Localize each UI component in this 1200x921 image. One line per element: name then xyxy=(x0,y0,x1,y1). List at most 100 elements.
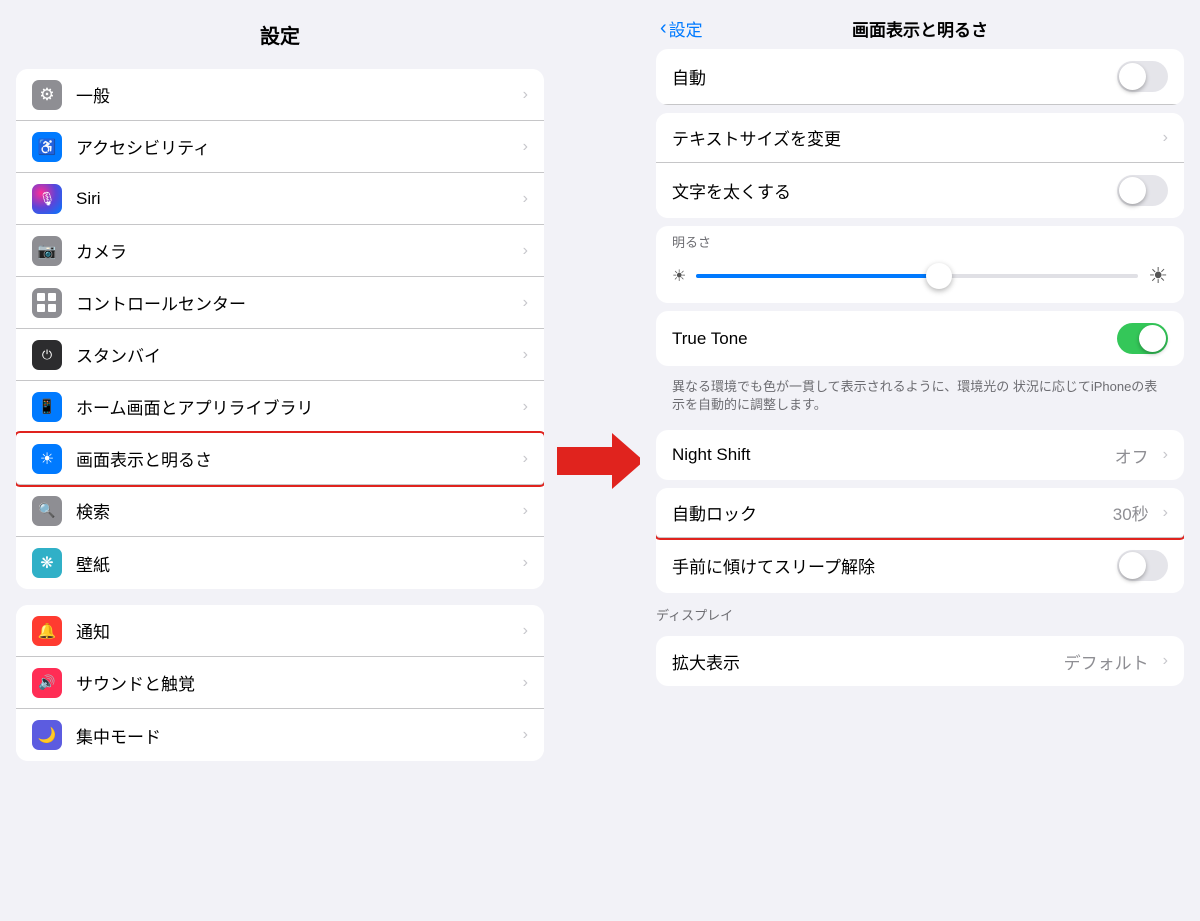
top-partial-auto[interactable]: 自動 xyxy=(656,49,1184,105)
settings-item-standby[interactable]: ⏻ スタンバイ › xyxy=(16,329,544,381)
home-screen-chevron: › xyxy=(523,398,528,416)
auto-toggle[interactable] xyxy=(1117,61,1168,92)
arrow-head xyxy=(612,433,644,489)
brightness-low-icon: ☀ xyxy=(672,266,686,286)
settings-item-camera[interactable]: 📷 カメラ › xyxy=(16,225,544,277)
notifications-icon: 🔔 xyxy=(32,616,62,646)
brightness-high-icon: ☀ xyxy=(1148,263,1168,289)
settings-group-1: ⚙ 一般 › ♿ アクセシビリティ › 🎙 Siri › 📷 カメラ › xyxy=(16,69,544,589)
settings-item-search[interactable]: 🔍 検索 › xyxy=(16,485,544,537)
standby-label: スタンバイ xyxy=(76,342,515,367)
search-label: 検索 xyxy=(76,498,515,523)
display-zoom-value: デフォルト xyxy=(1064,649,1149,674)
siri-chevron: › xyxy=(523,190,528,208)
back-button[interactable]: ‹ 設定 xyxy=(660,16,703,41)
settings-item-general[interactable]: ⚙ 一般 › xyxy=(16,69,544,121)
right-panel: ‹ 設定 画面表示と明るさ 自動 テキストサイズを変更 › 文字を太くする xyxy=(640,0,1200,921)
auto-lock-list: 自動ロック 30秒 › 手前に傾けてスリープ解除 xyxy=(656,488,1184,593)
brightness-section-label: 明るさ xyxy=(656,226,1184,253)
brightness-slider[interactable] xyxy=(696,274,1138,278)
settings-item-display[interactable]: ☀ 画面表示と明るさ › xyxy=(16,433,544,485)
focus-label: 集中モード xyxy=(76,723,515,748)
siri-label: Siri xyxy=(76,189,515,209)
camera-chevron: › xyxy=(523,242,528,260)
arrow-body xyxy=(557,447,612,475)
left-panel: 設定 ⚙ 一般 › ♿ アクセシビリティ › 🎙 Siri › 📷 カメラ › xyxy=(0,0,560,921)
accessibility-chevron: › xyxy=(523,138,528,156)
settings-item-notifications[interactable]: 🔔 通知 › xyxy=(16,605,544,657)
focus-icon: 🌙 xyxy=(32,720,62,750)
control-center-label: コントロールセンター xyxy=(76,290,515,315)
settings-item-wallpaper[interactable]: ❋ 壁紙 › xyxy=(16,537,544,589)
brightness-thumb[interactable] xyxy=(926,263,952,289)
general-chevron: › xyxy=(523,86,528,104)
back-chevron-icon: ‹ xyxy=(660,17,667,40)
wallpaper-label: 壁紙 xyxy=(76,551,515,576)
brightness-row-container: ☀ ☀ xyxy=(656,253,1184,303)
bold-text-item[interactable]: 文字を太くする xyxy=(656,163,1184,218)
text-section-list: テキストサイズを変更 › 文字を太くする xyxy=(656,113,1184,218)
raise-to-wake-toggle-knob xyxy=(1119,552,1146,579)
text-size-chevron: › xyxy=(1163,129,1168,147)
notifications-chevron: › xyxy=(523,622,528,640)
bold-text-toggle[interactable] xyxy=(1117,175,1168,206)
standby-chevron: › xyxy=(523,346,528,364)
back-label: 設定 xyxy=(669,16,703,41)
general-icon: ⚙ xyxy=(32,80,62,110)
settings-item-focus[interactable]: 🌙 集中モード › xyxy=(16,709,544,761)
display-zoom-item[interactable]: 拡大表示 デフォルト › xyxy=(656,636,1184,686)
settings-item-control-center[interactable]: コントロールセンター › xyxy=(16,277,544,329)
true-tone-description: 異なる環境でも色が一貫して表示されるように、環境光の 状況に応じてiPhoneの… xyxy=(656,374,1184,422)
control-center-chevron: › xyxy=(523,294,528,312)
control-center-icon xyxy=(32,288,62,318)
home-screen-icon: 📱 xyxy=(32,392,62,422)
display-section-label: ディスプレイ xyxy=(656,601,1184,628)
raise-to-wake-item[interactable]: 手前に傾けてスリープ解除 xyxy=(656,538,1184,593)
display-zoom-label: 拡大表示 xyxy=(672,649,1064,674)
auto-lock-label: 自動ロック xyxy=(672,500,1113,525)
text-size-item[interactable]: テキストサイズを変更 › xyxy=(656,113,1184,163)
display-chevron: › xyxy=(523,450,528,468)
accessibility-label: アクセシビリティ xyxy=(76,134,515,159)
display-icon: ☀ xyxy=(32,444,62,474)
top-partial-list: 自動 xyxy=(656,49,1184,105)
night-shift-label: Night Shift xyxy=(672,445,1115,465)
arrow-container xyxy=(560,0,640,921)
general-label: 一般 xyxy=(76,82,515,107)
bold-text-toggle-knob xyxy=(1119,177,1146,204)
settings-item-accessibility[interactable]: ♿ アクセシビリティ › xyxy=(16,121,544,173)
night-shift-chevron: › xyxy=(1163,446,1168,464)
settings-group-2: 🔔 通知 › 🔊 サウンドと触覚 › 🌙 集中モード › xyxy=(16,605,544,761)
sounds-icon: 🔊 xyxy=(32,668,62,698)
auto-lock-chevron: › xyxy=(1163,504,1168,522)
true-tone-item[interactable]: True Tone xyxy=(656,311,1184,366)
brightness-list: 明るさ ☀ ☀ xyxy=(656,226,1184,303)
wallpaper-icon: ❋ xyxy=(32,548,62,578)
camera-icon: 📷 xyxy=(32,236,62,266)
siri-icon: 🎙 xyxy=(32,184,62,214)
true-tone-toggle[interactable] xyxy=(1117,323,1168,354)
right-header: ‹ 設定 画面表示と明るさ xyxy=(640,0,1200,49)
settings-item-siri[interactable]: 🎙 Siri › xyxy=(16,173,544,225)
settings-item-sounds[interactable]: 🔊 サウンドと触覚 › xyxy=(16,657,544,709)
camera-label: カメラ xyxy=(76,238,515,263)
auto-label: 自動 xyxy=(672,64,1117,89)
accessibility-icon: ♿ xyxy=(32,132,62,162)
text-size-label: テキストサイズを変更 xyxy=(672,125,1155,150)
wallpaper-chevron: › xyxy=(523,554,528,572)
sounds-label: サウンドと触覚 xyxy=(76,670,515,695)
search-icon: 🔍 xyxy=(32,496,62,526)
night-shift-list: Night Shift オフ › xyxy=(656,430,1184,480)
night-shift-item[interactable]: Night Shift オフ › xyxy=(656,430,1184,480)
auto-lock-item[interactable]: 自動ロック 30秒 › xyxy=(656,488,1184,538)
left-panel-title: 設定 xyxy=(0,0,560,61)
display-zoom-chevron: › xyxy=(1163,652,1168,670)
raise-to-wake-toggle[interactable] xyxy=(1117,550,1168,581)
auto-toggle-knob xyxy=(1119,63,1146,90)
settings-item-home-screen[interactable]: 📱 ホーム画面とアプリライブラリ › xyxy=(16,381,544,433)
night-shift-value: オフ xyxy=(1115,443,1149,468)
right-content: 自動 テキストサイズを変更 › 文字を太くする 明るさ xyxy=(640,49,1200,921)
focus-chevron: › xyxy=(523,726,528,744)
sounds-chevron: › xyxy=(523,674,528,692)
arrow-shape xyxy=(557,433,644,489)
